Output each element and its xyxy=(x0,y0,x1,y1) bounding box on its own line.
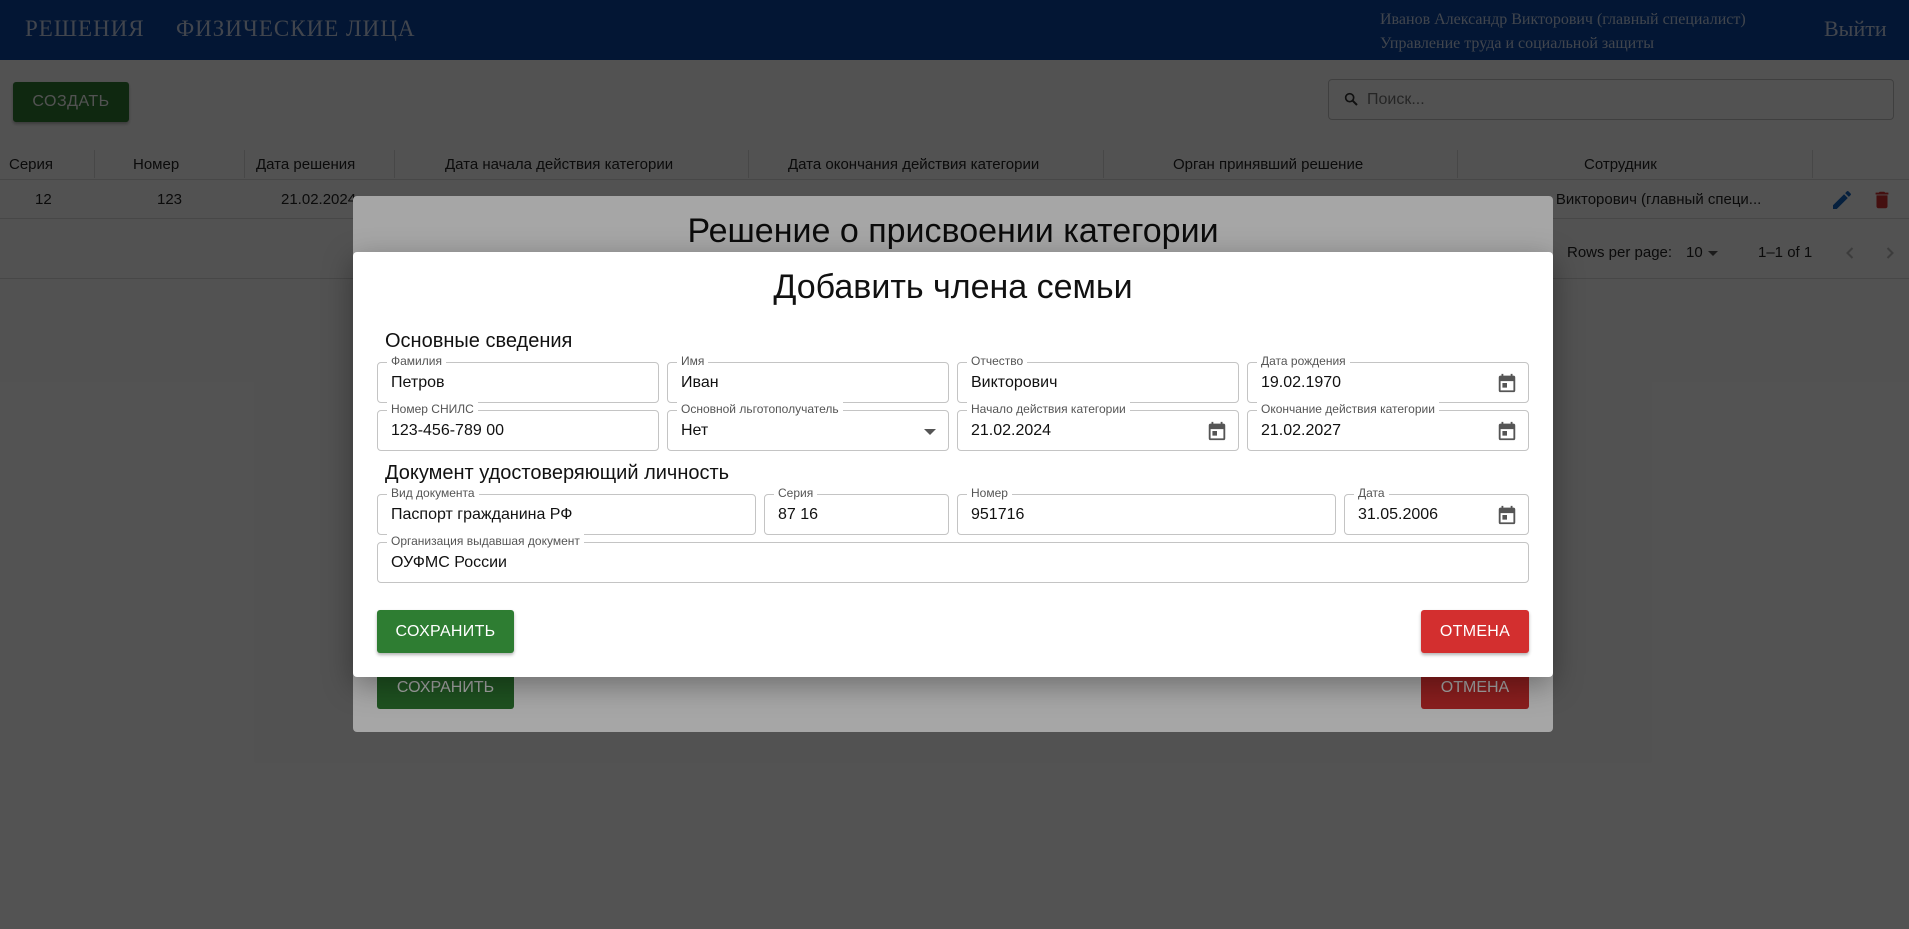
field-value[interactable]: Петров xyxy=(391,374,445,392)
field-label: Номер СНИЛС xyxy=(387,402,478,416)
first-name-field[interactable]: Имя Иван xyxy=(667,354,949,403)
field-label: Основной льготополучатель xyxy=(677,402,843,416)
field-value[interactable]: Нет xyxy=(681,422,708,440)
dropdown-caret-icon[interactable] xyxy=(924,429,936,435)
field-value[interactable]: Иван xyxy=(681,374,719,392)
field-label: Дата xyxy=(1354,486,1389,500)
add-family-member-dialog: Добавить члена семьи Основные сведения Ф… xyxy=(353,252,1553,677)
field-label: Организация выдавшая документ xyxy=(387,534,584,548)
cancel-button[interactable]: ОТМЕНА xyxy=(1421,610,1529,653)
field-value[interactable]: 19.02.1970 xyxy=(1261,374,1341,392)
field-value[interactable]: Викторович xyxy=(971,374,1057,392)
save-button[interactable]: СОХРАНИТЬ xyxy=(377,610,514,653)
document-date-field[interactable]: Дата 31.05.2006 xyxy=(1344,486,1529,535)
field-value[interactable]: 21.02.2027 xyxy=(1261,422,1341,440)
main-beneficiary-select[interactable]: Основной льготополучатель Нет xyxy=(667,402,949,451)
calendar-icon[interactable] xyxy=(1496,504,1518,526)
dialog-title: Добавить члена семьи xyxy=(773,268,1133,306)
field-label: Серия xyxy=(774,486,818,500)
category-end-field[interactable]: Окончание действия категории 21.02.2027 xyxy=(1247,402,1529,451)
birth-date-field[interactable]: Дата рождения 19.02.1970 xyxy=(1247,354,1529,403)
field-label: Номер xyxy=(967,486,1012,500)
field-label: Начало действия категории xyxy=(967,402,1130,416)
calendar-icon[interactable] xyxy=(1496,372,1518,394)
category-start-field[interactable]: Начало действия категории 21.02.2024 xyxy=(957,402,1239,451)
document-series-field[interactable]: Серия 87 16 xyxy=(764,486,949,535)
field-value[interactable]: 123-456-789 00 xyxy=(391,422,504,440)
calendar-icon[interactable] xyxy=(1206,420,1228,442)
issuing-organization-field[interactable]: Организация выдавшая документ ОУФМС Росс… xyxy=(377,534,1529,583)
field-value[interactable]: ОУФМС России xyxy=(391,554,507,572)
document-type-field[interactable]: Вид документа Паспорт гражданина РФ xyxy=(377,486,756,535)
field-label: Фамилия xyxy=(387,354,446,368)
section-main-info: Основные сведения xyxy=(385,330,573,352)
field-label: Вид документа xyxy=(387,486,479,500)
field-label: Отчество xyxy=(967,354,1028,368)
patronymic-field[interactable]: Отчество Викторович xyxy=(957,354,1239,403)
calendar-icon[interactable] xyxy=(1496,420,1518,442)
field-value[interactable]: 951716 xyxy=(971,506,1024,524)
field-label: Окончание действия категории xyxy=(1257,402,1439,416)
section-identity-document: Документ удостоверяющий личность xyxy=(385,462,730,484)
field-value[interactable]: Паспорт гражданина РФ xyxy=(391,506,572,524)
field-value[interactable]: 87 16 xyxy=(778,506,818,524)
document-number-field[interactable]: Номер 951716 xyxy=(957,486,1336,535)
field-label: Имя xyxy=(677,354,709,368)
last-name-field[interactable]: Фамилия Петров xyxy=(377,354,659,403)
field-value[interactable]: 31.05.2006 xyxy=(1358,506,1438,524)
field-label: Дата рождения xyxy=(1257,354,1350,368)
field-value[interactable]: 21.02.2024 xyxy=(971,422,1051,440)
snils-field[interactable]: Номер СНИЛС 123-456-789 00 xyxy=(377,402,659,451)
